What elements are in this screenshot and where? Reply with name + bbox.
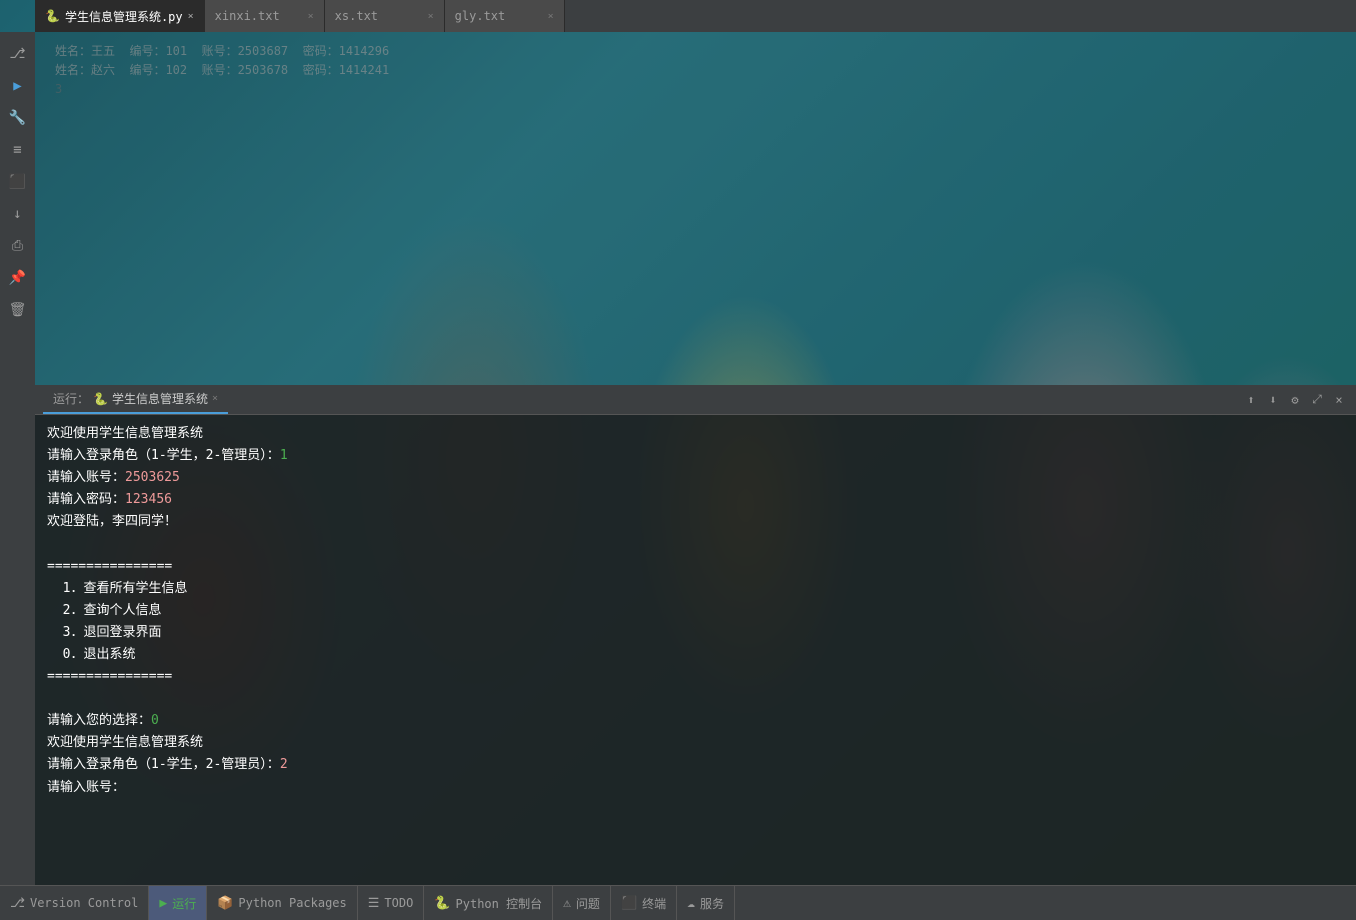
services-status[interactable]: ☁ 服务 <box>677 886 735 920</box>
problems-icon: ⚠ <box>563 896 571 911</box>
py-tab-label: 学生信息管理系统.py <box>65 8 183 25</box>
terminal-line-welcome-user: 欢迎登陆，李四同学！ <box>47 511 1344 533</box>
terminal-line-divider2: ================ <box>47 666 1344 688</box>
terminal-line-menu2: 2．查询个人信息 <box>47 600 1344 622</box>
terminal-line-empty1 <box>47 533 1344 555</box>
terminal-line-welcome2: 欢迎使用学生信息管理系统 <box>47 732 1344 754</box>
status-bar: ⎇ Version Control ▶ 运行 📦 Python Packages… <box>0 885 1356 920</box>
run-py-icon: 🐍 <box>93 392 108 406</box>
terminal-line-divider1: ================ <box>47 556 1344 578</box>
trash-sidebar-icon[interactable]: 🗑 <box>4 296 32 324</box>
python-console-label: Python 控制台 <box>456 895 543 912</box>
gly-tab-label: gly.txt <box>455 9 506 23</box>
todo-sidebar-icon[interactable]: ⬛ <box>4 168 32 196</box>
terminal-line-welcome: 欢迎使用学生信息管理系统 <box>47 423 1344 445</box>
tab-bar: 🐍 学生信息管理系统.py × xinxi.txt × xs.txt × gly… <box>35 0 1356 32</box>
services-label: 服务 <box>700 895 724 912</box>
todo-status-icon: ☰ <box>368 896 380 911</box>
python-packages-icon: 📦 <box>217 896 233 911</box>
xs-tab-close[interactable]: × <box>428 11 434 22</box>
run-status-icon: ▶ <box>159 896 167 911</box>
terminal-scroll-up[interactable]: ⬆ <box>1242 391 1260 409</box>
run-tab-close[interactable]: × <box>212 393 218 404</box>
tab-py-file[interactable]: 🐍 学生信息管理系统.py × <box>35 0 205 32</box>
tab-gly-file[interactable]: gly.txt × <box>445 0 565 32</box>
tab-xinxi-file[interactable]: xinxi.txt × <box>205 0 325 32</box>
run-label: 运行： <box>53 390 89 407</box>
xs-tab-label: xs.txt <box>335 9 378 23</box>
todo-status[interactable]: ☰ TODO <box>358 886 425 920</box>
terminal-line-account2-prompt: 请输入账号： <box>47 777 1344 799</box>
terminal-status[interactable]: ⬛ 终端 <box>611 886 677 920</box>
run-status-label: 运行 <box>172 895 196 912</box>
services-icon: ☁ <box>687 896 695 911</box>
terminal-line-password-prompt: 请输入密码：123456 <box>47 489 1344 511</box>
bookmarks-sidebar-icon[interactable]: ≡ <box>4 136 32 164</box>
problems-status[interactable]: ⚠ 问题 <box>553 886 611 920</box>
python-packages-status[interactable]: 📦 Python Packages <box>207 886 358 920</box>
python-console-status[interactable]: 🐍 Python 控制台 <box>424 886 553 920</box>
terminal-line-menu0: 0．退出系统 <box>47 644 1344 666</box>
terminal-panel: 运行： 🐍 学生信息管理系统 × ⬆ ⬇ ⚙ ⤢ × 欢迎使用学生信息管理系统 … <box>35 385 1356 885</box>
py-tab-close[interactable]: × <box>188 11 194 22</box>
terminal-line-menu3: 3．退回登录界面 <box>47 622 1344 644</box>
tab-xs-file[interactable]: xs.txt × <box>325 0 445 32</box>
version-control-label: Version Control <box>30 896 138 910</box>
terminal-line-account-prompt: 请输入账号：2503625 <box>47 467 1344 489</box>
python-packages-label: Python Packages <box>238 896 346 910</box>
terminal-status-icon: ⬛ <box>621 896 637 911</box>
terminal-controls: ⬆ ⬇ ⚙ ⤢ × <box>1242 391 1348 409</box>
terminal-line-menu1: 1．查看所有学生信息 <box>47 578 1344 600</box>
todo-status-label: TODO <box>384 896 413 910</box>
run-status-btn[interactable]: ▶ 运行 <box>149 886 207 920</box>
terminal-settings[interactable]: ⚙ <box>1286 391 1304 409</box>
print-sidebar-icon[interactable]: ⎙ <box>4 232 32 260</box>
problems-label: 问题 <box>576 895 600 912</box>
pin-sidebar-icon[interactable]: 📌 <box>4 264 32 292</box>
download-sidebar-icon[interactable]: ↓ <box>4 200 32 228</box>
terminal-line-empty2 <box>47 688 1344 710</box>
python-console-icon: 🐍 <box>434 896 450 911</box>
terminal-status-label: 终端 <box>642 895 666 912</box>
py-tab-icon: 🐍 <box>45 9 60 23</box>
wrench-sidebar-icon[interactable]: 🔧 <box>4 104 32 132</box>
xinxi-tab-label: xinxi.txt <box>215 9 280 23</box>
terminal-expand[interactable]: ⤢ <box>1308 391 1326 409</box>
sidebar: ⎇ ▶ 🔧 ≡ ⬛ ↓ ⎙ 📌 🗑 <box>0 32 35 885</box>
gly-tab-close[interactable]: × <box>548 11 554 22</box>
terminal-line-choice-prompt: 请输入您的选择：0 <box>47 710 1344 732</box>
terminal-scroll-down[interactable]: ⬇ <box>1264 391 1282 409</box>
version-control-icon: ⎇ <box>10 896 25 911</box>
git-sidebar-icon[interactable]: ⎇ <box>4 40 32 68</box>
code-line-1: 姓名：王五 编号：101 账号：2503687 密码：1414296 <box>55 42 1336 61</box>
xinxi-tab-close[interactable]: × <box>308 11 314 22</box>
code-line-3: 3 <box>55 80 1336 99</box>
terminal-line-role2-prompt: 请输入登录角色（1-学生，2-管理员）：2 <box>47 754 1344 776</box>
code-line-2: 姓名：赵六 编号：102 账号：2503678 密码：1414241 <box>55 61 1336 80</box>
version-control-status[interactable]: ⎇ Version Control <box>0 886 149 920</box>
terminal-close-panel[interactable]: × <box>1330 391 1348 409</box>
terminal-tab-bar: 运行： 🐍 学生信息管理系统 × ⬆ ⬇ ⚙ ⤢ × <box>35 385 1356 415</box>
run-terminal-tab[interactable]: 运行： 🐍 学生信息管理系统 × <box>43 385 228 414</box>
terminal-line-role-prompt: 请输入登录角色（1-学生，2-管理员）：1 <box>47 445 1344 467</box>
run-tab-title: 学生信息管理系统 <box>112 390 208 407</box>
terminal-content[interactable]: 欢迎使用学生信息管理系统 请输入登录角色（1-学生，2-管理员）：1 请输入账号… <box>35 415 1356 885</box>
run-sidebar-icon[interactable]: ▶ <box>4 72 32 100</box>
